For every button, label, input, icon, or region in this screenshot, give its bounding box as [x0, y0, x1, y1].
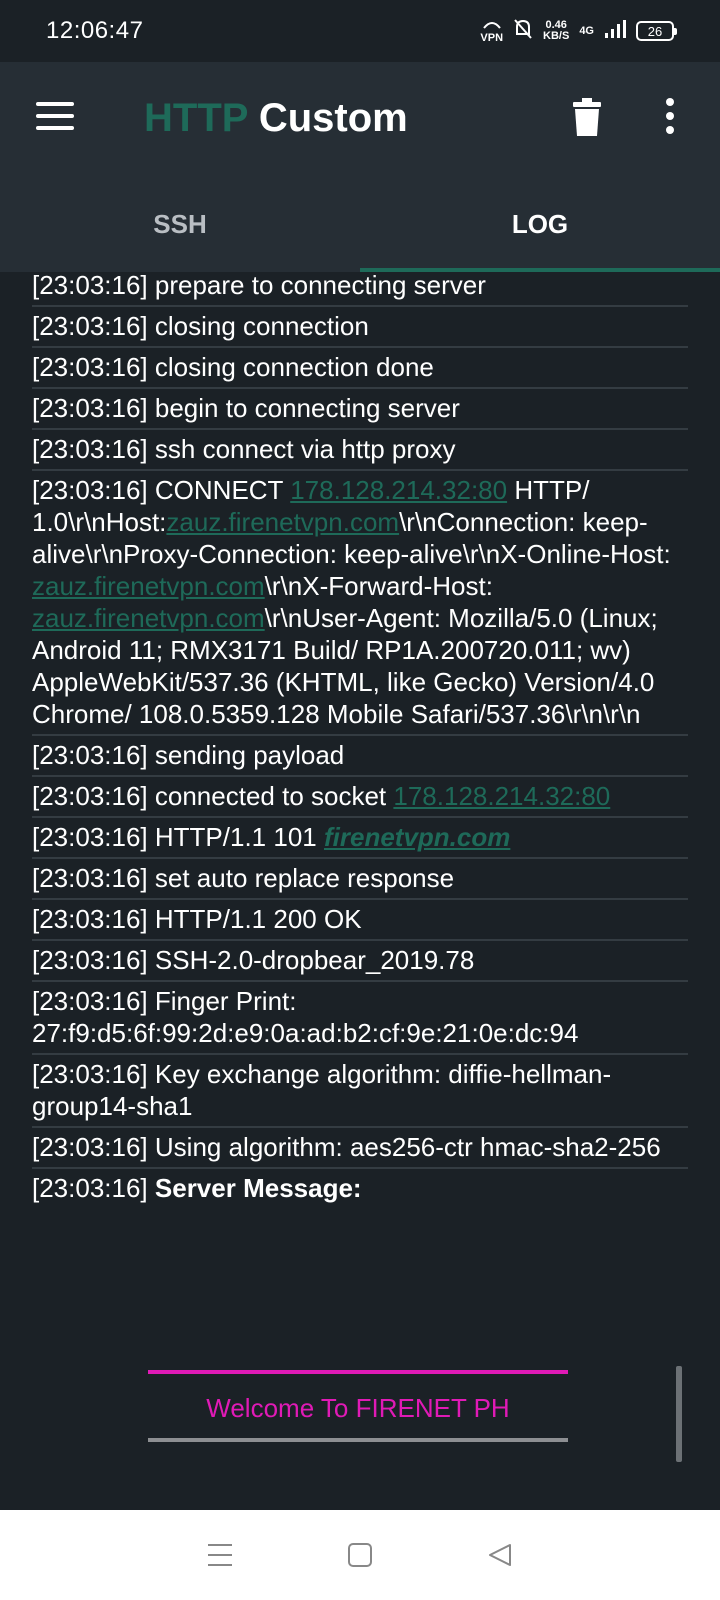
log-text: Server Message: — [154, 1173, 362, 1203]
log-list: [23:03:16] prepare to connecting server … — [32, 272, 688, 1208]
log-line: [23:03:16] closing connection done — [32, 348, 688, 389]
log-timestamp: [23:03:16] — [32, 863, 148, 893]
divider — [148, 1438, 568, 1442]
log-timestamp: [23:03:16] — [32, 393, 148, 423]
tab-bar: SSH LOG — [0, 176, 720, 272]
log-line: [23:03:16] Server Message: — [32, 1169, 688, 1208]
tab-log[interactable]: LOG — [360, 176, 720, 272]
log-timestamp: [23:03:16] — [32, 434, 148, 464]
back-icon[interactable] — [480, 1535, 520, 1575]
log-text: ssh connect via http proxy — [154, 434, 456, 464]
log-link[interactable]: zauz.firenetvpn.com — [32, 571, 265, 601]
vpn-icon: VPN — [480, 18, 503, 44]
log-line: [23:03:16] prepare to connecting server — [32, 272, 688, 307]
speed-unit: KB/S — [543, 30, 570, 42]
log-text: connected to socket — [154, 781, 387, 811]
log-line: [23:03:16] HTTP/1.1 200 OK — [32, 900, 688, 941]
recents-icon[interactable] — [200, 1535, 240, 1575]
log-line: [23:03:16] Finger Print: 27:f9:d5:6f:99:… — [32, 982, 688, 1055]
battery-indicator: 26 — [636, 21, 677, 41]
log-timestamp: [23:03:16] — [32, 904, 148, 934]
app-bar: HTTP Custom — [0, 62, 720, 176]
app-title-accent: HTTP — [144, 96, 248, 140]
signal-icon — [604, 19, 626, 44]
system-nav-bar — [0, 1510, 720, 1600]
status-time: 12:06:47 — [46, 17, 144, 44]
log-timestamp: [23:03:16] — [32, 1173, 148, 1203]
log-text: set auto replace response — [154, 863, 455, 893]
hamburger-menu-icon[interactable] — [36, 102, 76, 132]
network-type: 4G — [579, 24, 594, 37]
log-text: HTTP/1.1 101 — [154, 822, 317, 852]
log-timestamp: [23:03:16] — [32, 352, 148, 382]
status-bar: 12:06:47 VPN 0.46 KB/S 4G 26 — [0, 0, 720, 62]
server-message-box: Welcome To FIRENET PH — [148, 1370, 568, 1442]
log-timestamp: [23:03:16] — [32, 986, 148, 1016]
log-line: [23:03:16] connected to socket 178.128.2… — [32, 777, 688, 818]
log-text: \r\nX-Forward-Host: — [264, 571, 493, 601]
log-link[interactable]: zauz.firenetvpn.com — [166, 507, 399, 537]
log-line: [23:03:16] Key exchange algorithm: diffi… — [32, 1055, 688, 1128]
log-text: HTTP/1.1 200 OK — [154, 904, 362, 934]
log-timestamp: [23:03:16] — [32, 781, 148, 811]
log-text: prepare to connecting server — [154, 272, 486, 300]
home-icon[interactable] — [340, 1535, 380, 1575]
log-line: [23:03:16] sending payload — [32, 736, 688, 777]
log-timestamp: [23:03:16] — [32, 1059, 148, 1089]
log-timestamp: [23:03:16] — [32, 272, 148, 300]
vpn-label: VPN — [480, 32, 504, 44]
log-line: [23:03:16] Using algorithm: aes256-ctr h… — [32, 1128, 688, 1169]
log-timestamp: [23:03:16] — [32, 1132, 148, 1162]
log-text: Using algorithm: aes256-ctr hmac-sha2-25… — [154, 1132, 661, 1162]
trash-icon[interactable] — [572, 98, 606, 138]
more-vertical-icon[interactable] — [664, 98, 676, 138]
log-timestamp: [23:03:16] — [32, 475, 148, 505]
mute-icon — [513, 18, 533, 45]
status-icons: VPN 0.46 KB/S 4G 26 — [480, 18, 677, 45]
log-line: [23:03:16] SSH-2.0-dropbear_2019.78 — [32, 941, 688, 982]
log-text: CONNECT — [154, 475, 283, 505]
log-timestamp: [23:03:16] — [32, 945, 148, 975]
network-speed: 0.46 KB/S — [543, 20, 569, 42]
log-line: [23:03:16] begin to connecting server — [32, 389, 688, 430]
log-text: closing connection done — [154, 352, 434, 382]
app-title: HTTP Custom — [144, 96, 408, 141]
log-timestamp: [23:03:16] — [32, 311, 148, 341]
log-panel[interactable]: [23:03:16] prepare to connecting server … — [0, 272, 720, 1510]
log-text: closing connection — [154, 311, 369, 341]
log-line: [23:03:16] HTTP/1.1 101 firenetvpn.com — [32, 818, 688, 859]
log-text: begin to connecting server — [154, 393, 460, 423]
log-timestamp: [23:03:16] — [32, 740, 148, 770]
log-text: sending payload — [154, 740, 345, 770]
app-title-main: Custom — [258, 96, 408, 140]
log-link[interactable]: zauz.firenetvpn.com — [32, 603, 265, 633]
log-line: [23:03:16] ssh connect via http proxy — [32, 430, 688, 471]
log-line: [23:03:16] set auto replace response — [32, 859, 688, 900]
log-line: [23:03:16] closing connection — [32, 307, 688, 348]
server-message-text: Welcome To FIRENET PH — [206, 1393, 510, 1423]
tab-ssh[interactable]: SSH — [0, 176, 360, 272]
log-link[interactable]: firenetvpn.com — [324, 822, 510, 852]
log-link[interactable]: 178.128.214.32:80 — [290, 475, 507, 505]
log-line-connect: [23:03:16] CONNECT 178.128.214.32:80 HTT… — [32, 471, 688, 736]
log-link[interactable]: 178.128.214.32:80 — [393, 781, 610, 811]
log-text: SSH-2.0-dropbear_2019.78 — [154, 945, 475, 975]
scrollbar[interactable] — [676, 1366, 682, 1462]
log-timestamp: [23:03:16] — [32, 822, 148, 852]
